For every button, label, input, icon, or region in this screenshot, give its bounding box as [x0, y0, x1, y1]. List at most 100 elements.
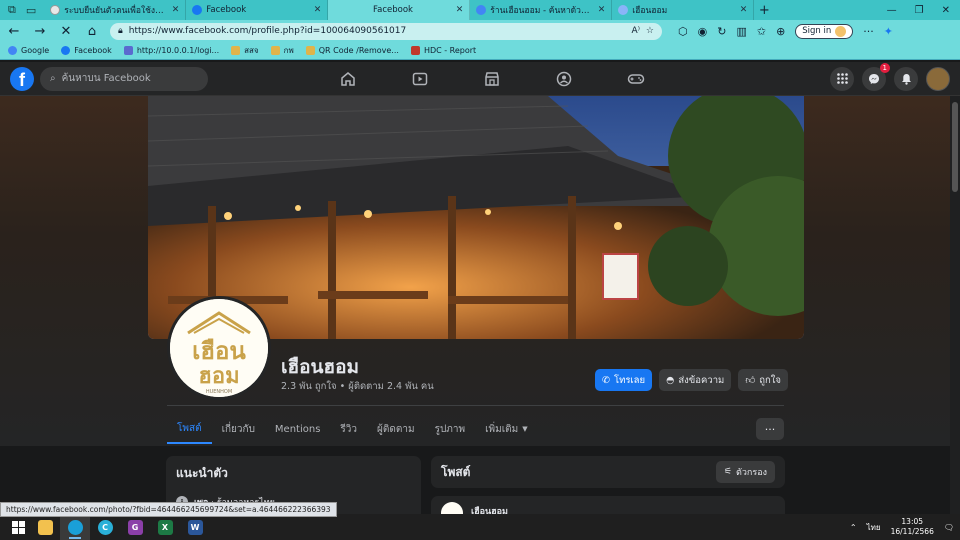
home-icon[interactable]: ⌂ [84, 24, 100, 39]
caret-down-icon: ▼ [522, 425, 528, 433]
taskbar-excel[interactable]: X [150, 514, 180, 540]
start-button[interactable] [6, 520, 30, 534]
back-arrow-icon[interactable]: ← [6, 24, 22, 39]
tab-title: Facebook [206, 5, 247, 15]
posts-title: โพสต์ [441, 464, 471, 479]
close-window-icon[interactable]: ✕ [942, 5, 950, 16]
search-icon: ⌕ [50, 73, 56, 84]
browser-tab-1[interactable]: Facebook ✕ [186, 0, 329, 20]
windows-icon [11, 520, 25, 534]
restore-icon[interactable]: ❐ [915, 5, 924, 16]
menu-grid-icon[interactable] [830, 66, 854, 91]
forward-arrow-icon[interactable]: → [32, 24, 48, 39]
taskbar-word[interactable]: W [180, 514, 210, 540]
facebook-search-input[interactable]: ⌕ ค้นหาบน Facebook [40, 66, 208, 91]
bookmark-google[interactable]: Google [8, 46, 49, 55]
app-icon: G [127, 519, 143, 535]
folder-icon [37, 519, 53, 535]
page-scrollbar[interactable] [950, 96, 960, 514]
refresh-icon[interactable]: ↻ [717, 25, 726, 38]
browser-tab-strip: ⧉ ▭ ระบบยืนยันตัวตนเพื่อใช้งาน Internet … [0, 0, 960, 20]
bookmark-folder[interactable]: QR Code /Remove... [305, 46, 399, 55]
favorite-star-icon[interactable]: ☆ [646, 26, 654, 36]
gaming-icon[interactable] [600, 62, 672, 96]
clock-time: 13:05 [901, 517, 924, 526]
window-system-icons: ⧉ ▭ [0, 0, 44, 20]
post-author-name[interactable]: เฮือนฮอม [471, 504, 508, 514]
clock[interactable]: 13:05 16/11/2566 [891, 517, 934, 537]
cover-photo[interactable] [148, 96, 804, 339]
like-button[interactable]: 👍︎ ถูกใจ [738, 369, 788, 391]
groups-icon[interactable] [528, 62, 600, 96]
tab-title: เฮือนฮอม [632, 6, 668, 16]
address-bar-row: ← → ✕ ⌂ 🔒︎ https://www.facebook.com/prof… [0, 20, 960, 42]
browser-tab-0[interactable]: ระบบยืนยันตัวตนเพื่อใช้งาน Internet ✕ [44, 0, 187, 20]
tab-about[interactable]: เกี่ยวกับ [212, 414, 265, 444]
filter-button[interactable]: ⚟ ตัวกรอง [715, 461, 775, 483]
chevron-up-icon[interactable]: ⌃ [850, 523, 857, 532]
messenger-icon[interactable]: 1 [862, 62, 890, 91]
bookmark-folder[interactable]: กพ [270, 44, 294, 57]
taskbar-app-g[interactable]: G [120, 514, 150, 540]
tab-posts[interactable]: โพสต์ [167, 414, 212, 444]
copilot-icon[interactable]: ✦ [884, 25, 893, 38]
split-screen-icon[interactable]: ▥ [736, 25, 746, 38]
marketplace-icon[interactable] [456, 62, 528, 96]
collections-icon[interactable]: ⊕ [776, 25, 785, 38]
extension-icon[interactable]: ◉ [698, 25, 708, 38]
video-icon[interactable] [384, 62, 456, 96]
page-action-buttons: ✆ โทรเลย ◓ ส่งข้อความ 👍︎ ถูกใจ [595, 369, 788, 391]
browser-tab-4[interactable]: เฮือนฮอม ✕ [612, 0, 755, 20]
close-icon[interactable]: ✕ [172, 5, 180, 15]
read-aloud-icon[interactable]: A⁾ [632, 26, 640, 36]
url-input[interactable]: 🔒︎ https://www.facebook.com/profile.php?… [110, 22, 662, 40]
filter-label: ตัวกรอง [736, 468, 767, 478]
tab-followers[interactable]: ผู้ติดตาม [367, 414, 425, 444]
phone-icon: ✆ [602, 374, 610, 386]
lock-icon[interactable]: 🔒︎ [118, 26, 123, 36]
extension-icon[interactable]: ⬡ [678, 25, 688, 38]
close-icon[interactable]: ✕ [314, 5, 322, 15]
post-card: เฮือนฮอม [431, 496, 785, 514]
loading-icon [618, 5, 629, 15]
language-indicator[interactable]: ไทย [867, 521, 881, 534]
home-icon[interactable] [312, 62, 384, 96]
bookmark-facebook[interactable]: Facebook [61, 46, 112, 55]
more-options-button[interactable]: ··· [756, 418, 784, 440]
link-status-url: https://www.facebook.com/photo/?fbid=464… [0, 502, 337, 517]
browser-tab-2[interactable]: Facebook ✕ [328, 0, 471, 20]
tab-photos[interactable]: รูปภาพ [425, 414, 476, 444]
bookmark-label: Facebook [74, 46, 112, 55]
tab-more[interactable]: เพิ่มเติม ▼ [475, 414, 538, 444]
bell-icon[interactable] [894, 66, 918, 91]
close-icon[interactable]: ✕ [740, 5, 748, 15]
workspaces-icon[interactable]: ⧉ [8, 3, 16, 17]
taskbar-app-c[interactable]: C [90, 514, 120, 540]
messenger-icon: ◓ [666, 374, 675, 386]
bookmark-folder[interactable]: สสจ [231, 44, 259, 57]
menu-dots-icon[interactable]: ··· [863, 25, 874, 38]
taskbar-file-explorer[interactable] [30, 514, 60, 540]
favorites-icon[interactable]: ✩ [757, 25, 766, 38]
tab-mentions[interactable]: Mentions [265, 414, 330, 444]
notification-icon[interactable]: 🗨︎ [944, 523, 954, 532]
minimize-icon[interactable]: — [887, 5, 897, 16]
page-profile-picture[interactable]: เฮือน ฮอม HUENHOM [167, 296, 271, 400]
post-author-avatar[interactable] [441, 502, 463, 514]
new-tab-button[interactable]: + [754, 0, 774, 20]
bookmark-login[interactable]: http://10.0.0.1/logi... [123, 46, 219, 55]
account-avatar[interactable] [926, 66, 950, 91]
facebook-logo[interactable]: f [10, 66, 34, 91]
browser-tab-3[interactable]: ร้านเฮือนฮอม - ค้นหาด้วย Google ✕ [470, 0, 613, 20]
tab-actions-icon[interactable]: ▭ [26, 4, 36, 17]
close-icon[interactable]: ✕ [598, 5, 606, 15]
send-message-button[interactable]: ◓ ส่งข้อความ [659, 369, 732, 391]
call-now-button[interactable]: ✆ โทรเลย [595, 369, 653, 391]
scrollbar-thumb[interactable] [952, 102, 958, 192]
taskbar-edge[interactable] [60, 514, 90, 540]
tab-reviews[interactable]: รีวิว [330, 414, 367, 444]
bookmark-hdc[interactable]: HDC - Report [410, 46, 476, 55]
close-icon[interactable]: ✕ [456, 5, 464, 15]
sign-in-button[interactable]: Sign in [795, 23, 854, 39]
stop-loading-icon[interactable]: ✕ [58, 24, 74, 39]
